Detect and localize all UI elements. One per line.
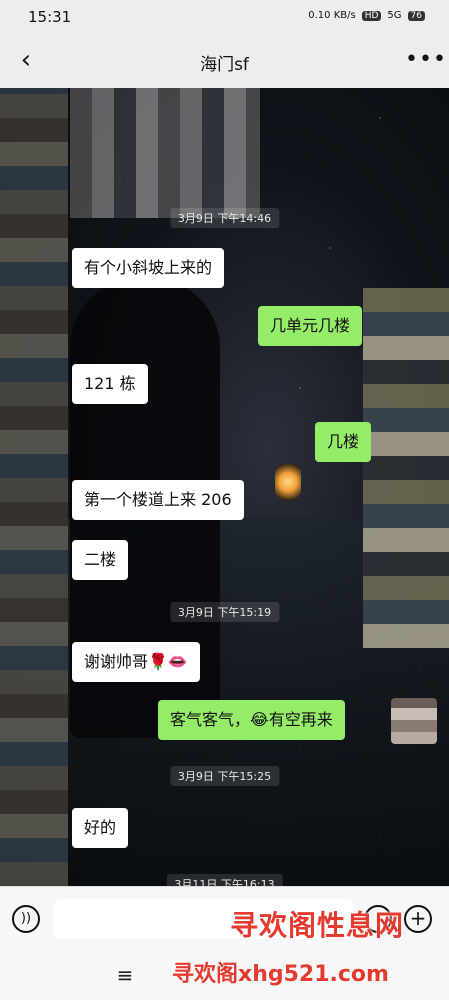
message-bubble-sent[interactable]: 客气客气，😂有空再来 — [158, 700, 345, 740]
network-speed: 0.10 KB/s — [308, 10, 356, 21]
voice-icon[interactable]: )) — [12, 905, 40, 933]
pixelated-avatar-column — [0, 88, 68, 886]
menu-icon[interactable]: ≡ — [112, 962, 138, 988]
pixelated-image — [70, 88, 260, 218]
watermark-url: 寻欢阁xhg521.com — [172, 962, 389, 987]
plus-icon[interactable]: + — [404, 905, 432, 933]
message-bubble-received[interactable]: 好的 — [72, 808, 129, 848]
message-bubble-sent[interactable]: 几单元几楼 — [258, 306, 363, 346]
timestamp: 3月9日 下午15:19 — [169, 602, 280, 622]
timestamp: 3月9日 下午14:46 — [169, 208, 280, 228]
chat-header: ‹ 海门sf ••• — [0, 36, 449, 88]
chat-title: 海门sf — [200, 55, 249, 75]
message-bubble-received[interactable]: 第一个楼道上来 206 — [72, 480, 244, 520]
status-icons: 0.10 KB/s HD 5G 76 — [308, 10, 425, 21]
message-bubble-received[interactable]: 二楼 — [72, 540, 129, 580]
timestamp: 3月9日 下午15:25 — [169, 766, 280, 786]
timestamp: 3月11日 下午16:13 — [166, 874, 283, 886]
message-bubble-sent[interactable]: 几楼 — [315, 422, 372, 462]
message-bubble-received[interactable]: 有个小斜坡上来的 — [72, 248, 225, 288]
message-bubble-received[interactable]: 谢谢帅哥🌹👄 — [72, 642, 200, 682]
status-time: 15:31 — [28, 8, 72, 26]
pixelated-avatar-column-right — [363, 288, 449, 648]
ellipsis-icon[interactable]: ••• — [405, 46, 446, 74]
avatar[interactable] — [391, 698, 437, 744]
status-bar: 15:31 0.10 KB/s HD 5G 76 — [0, 0, 449, 36]
lantern-icon — [275, 460, 301, 500]
battery-indicator: 76 — [407, 10, 425, 21]
watermark-text: 寻欢阁性息网 — [230, 909, 405, 942]
hd-badge: HD — [361, 10, 382, 21]
signal-indicator: 5G — [387, 10, 402, 21]
chat-area[interactable]: 3月9日 下午14:46 有个小斜坡上来的 几单元几楼 121 栋 几楼 第一个… — [0, 88, 449, 886]
message-bubble-received[interactable]: 121 栋 — [72, 364, 148, 404]
